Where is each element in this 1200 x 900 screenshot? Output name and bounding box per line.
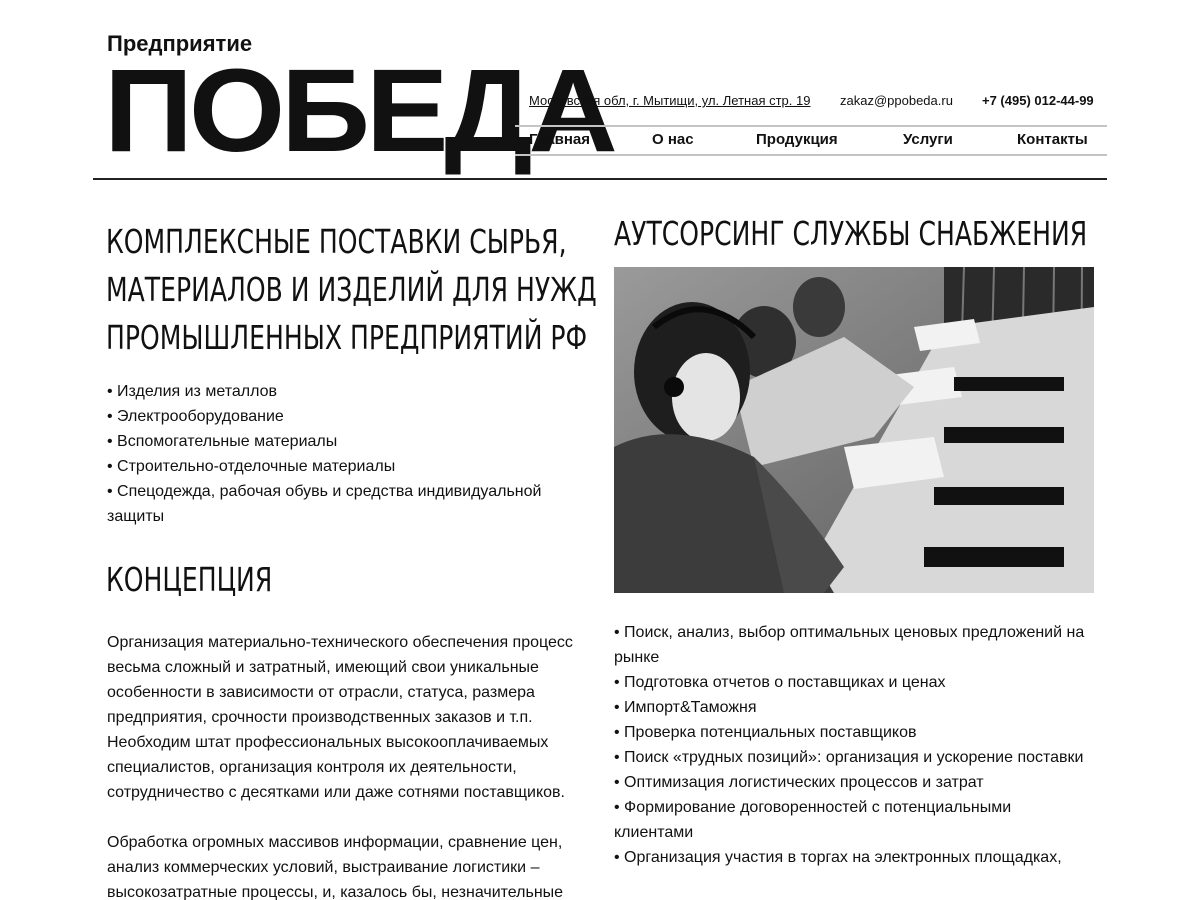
product-list: • Изделия из металлов • Электрооборудова… (107, 379, 577, 529)
services-list-item: • Подготовка отчетов о поставщиках и цен… (614, 674, 946, 691)
services-list-item: • Поиск «трудных позиций»: организация и… (614, 749, 1084, 766)
product-list-item: • Строительно-отделочные материалы (107, 458, 396, 475)
address-link[interactable]: Московская обл, г. Мытищи, ул. Летная ст… (529, 93, 810, 111)
switchboard-operators-photo (614, 267, 1094, 593)
concept-paragraph: Обработка огромных массивов информации, … (107, 834, 564, 900)
hero-title: КОМПЛЕКСНЫЕ ПОСТАВКИ СЫРЬЯ, МАТЕРИАЛОВ И… (106, 218, 597, 362)
services-list-item: • Организация участия в торгах на электр… (614, 849, 1062, 866)
hero-title-line: КОМПЛЕКСНЫЕ ПОСТАВКИ СЫРЬЯ, (106, 222, 567, 261)
hero-title-line: МАТЕРИАЛОВ И ИЗДЕЛИЙ ДЛЯ НУЖД (106, 270, 597, 309)
nav-item-home[interactable]: Главная (529, 131, 590, 149)
main-nav: Главная О нас Продукция Услуги Контакты (515, 125, 1107, 156)
nav-item-contacts[interactable]: Контакты (1017, 131, 1088, 149)
services-list-item: • Поиск, анализ, выбор оптимальных ценов… (614, 624, 1085, 666)
services-list-item: • Формирование договоренностей с потенци… (614, 799, 1012, 841)
concept-paragraph: Организация материально-технического обе… (107, 634, 573, 801)
product-list-item: • Спецодежда, рабочая обувь и средства и… (107, 483, 542, 525)
services-list-item: • Проверка потенциальных поставщиков (614, 724, 917, 741)
product-list-item: • Вспомогательные материалы (107, 433, 338, 450)
services-list: • Поиск, анализ, выбор оптимальных ценов… (614, 620, 1094, 870)
hero-title-line: ПРОМЫШЛЕННЫХ ПРЕДПРИЯТИЙ РФ (106, 318, 588, 357)
email-link[interactable]: zakaz@ppobeda.ru (840, 93, 953, 111)
nav-item-products[interactable]: Продукция (756, 131, 838, 149)
nav-item-services[interactable]: Услуги (903, 131, 953, 149)
services-list-item: • Оптимизация логистических процессов и … (614, 774, 984, 791)
services-list-item: • Импорт&Таможня (614, 699, 757, 716)
concept-title: КОНЦЕПЦИЯ (106, 560, 273, 599)
page: Предприятие ПОБЕДА Московская обл, г. Мы… (0, 0, 1200, 900)
outsourcing-title: АУТСОРСИНГ СЛУЖБЫ СНАБЖЕНИЯ (614, 214, 1088, 253)
nav-item-about[interactable]: О нас (652, 131, 694, 149)
product-list-item: • Электрооборудование (107, 408, 284, 425)
header-divider (93, 178, 1107, 180)
product-list-item: • Изделия из металлов (107, 383, 277, 400)
phone-number[interactable]: +7 (495) 012-44-99 (982, 93, 1094, 111)
